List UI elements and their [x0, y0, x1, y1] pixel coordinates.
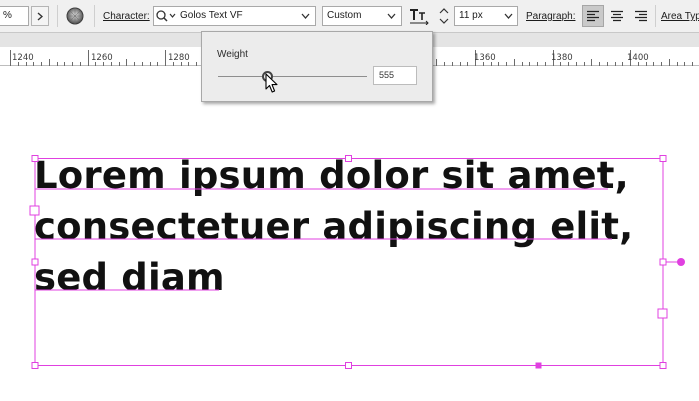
weight-value: 555: [379, 70, 395, 80]
resize-handle-top[interactable]: [345, 155, 352, 162]
resize-handle-top-right[interactable]: [659, 155, 667, 162]
weight-slider-track[interactable]: [218, 76, 367, 77]
in-port[interactable]: [29, 205, 40, 216]
anchor-point[interactable]: [535, 362, 542, 369]
out-port[interactable]: [657, 308, 668, 319]
resize-handle-bottom-left[interactable]: [31, 362, 39, 369]
text-frame-bounding-box[interactable]: [34, 158, 664, 366]
mouse-pointer-icon: [265, 73, 278, 93]
resize-handle-bottom-right[interactable]: [659, 362, 667, 369]
resize-handle-left[interactable]: [31, 258, 39, 266]
weight-popup: Weight 555: [201, 31, 433, 102]
resize-handle-top-left[interactable]: [31, 155, 39, 162]
resize-handle-right[interactable]: [659, 258, 667, 266]
resize-handle-bottom[interactable]: [345, 362, 352, 369]
weight-value-field[interactable]: 555: [373, 66, 417, 85]
weight-label: Weight: [217, 49, 248, 60]
area-type-widget[interactable]: [677, 258, 685, 266]
